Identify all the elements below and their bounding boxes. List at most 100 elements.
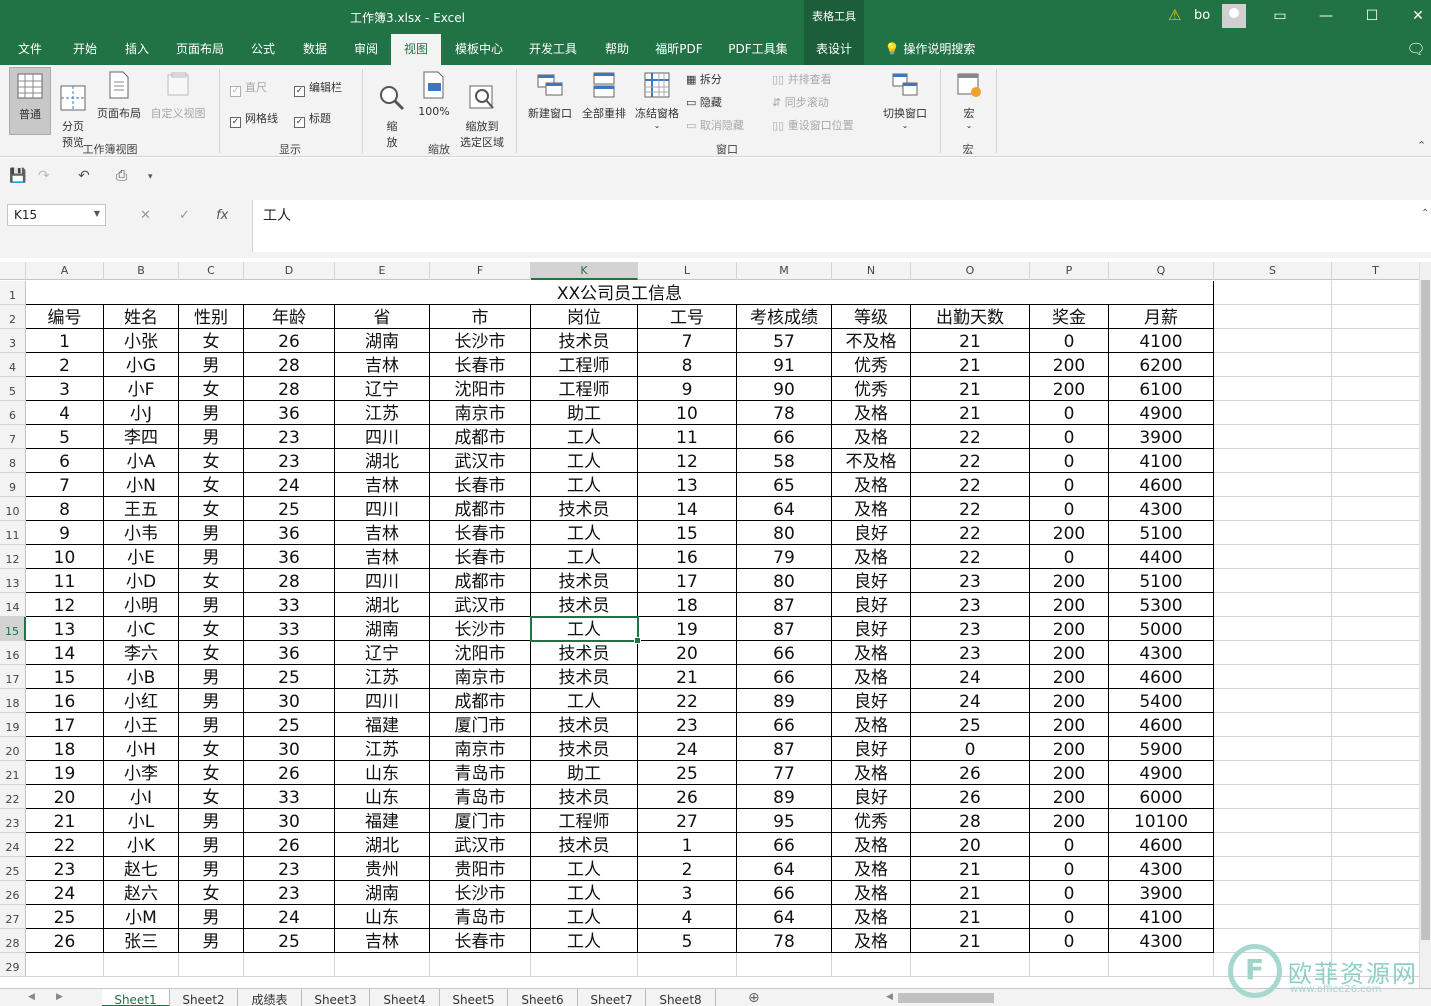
empty-cell[interactable] — [430, 953, 531, 977]
table-cell[interactable]: 66 — [737, 641, 832, 665]
table-cell[interactable]: 6200 — [1109, 353, 1214, 377]
table-cell[interactable]: 0 — [1030, 329, 1109, 353]
table-cell[interactable]: 66 — [737, 425, 832, 449]
table-cell[interactable]: 200 — [1030, 377, 1109, 401]
expand-formula-icon[interactable]: ⌃ — [1421, 208, 1429, 219]
table-cell[interactable]: 21 — [911, 929, 1030, 953]
table-cell[interactable]: 技术员 — [531, 665, 638, 689]
table-cell[interactable]: 工人 — [531, 449, 638, 473]
table-cell[interactable]: 7 — [26, 473, 104, 497]
close-button[interactable]: ✕ — [1395, 0, 1431, 34]
table-cell[interactable]: 57 — [737, 329, 832, 353]
customize-qat-icon[interactable]: ▾ — [148, 172, 153, 182]
table-cell[interactable]: 女 — [179, 761, 244, 785]
table-cell[interactable]: 23 — [244, 449, 335, 473]
table-cell[interactable]: 小明 — [104, 593, 179, 617]
table-cell[interactable]: 0 — [1030, 401, 1109, 425]
table-cell[interactable]: 33 — [244, 617, 335, 641]
tab-formulas[interactable]: 公式 — [240, 34, 286, 65]
empty-cell[interactable] — [1214, 737, 1332, 761]
table-cell[interactable]: 湖北 — [335, 449, 430, 473]
table-cell[interactable]: 湖南 — [335, 881, 430, 905]
table-cell[interactable]: 200 — [1030, 761, 1109, 785]
table-cell[interactable]: 2 — [26, 353, 104, 377]
empty-cell[interactable] — [1332, 449, 1420, 473]
table-cell[interactable]: 25 — [26, 905, 104, 929]
table-cell[interactable]: 及格 — [832, 425, 911, 449]
row-header[interactable]: 8 — [0, 449, 26, 473]
table-cell[interactable]: 200 — [1030, 689, 1109, 713]
empty-cell[interactable] — [1214, 281, 1332, 305]
table-cell[interactable]: 沈阳市 — [430, 641, 531, 665]
table-cell[interactable]: 89 — [737, 785, 832, 809]
table-cell[interactable]: 21 — [911, 857, 1030, 881]
headings-checkbox[interactable]: ✓ 标题 — [294, 110, 331, 128]
table-cell[interactable]: 5000 — [1109, 617, 1214, 641]
table-cell[interactable]: 南京市 — [430, 401, 531, 425]
table-cell[interactable]: 江苏 — [335, 665, 430, 689]
table-cell[interactable]: 成都市 — [430, 569, 531, 593]
empty-cell[interactable] — [1214, 617, 1332, 641]
table-cell[interactable]: 66 — [737, 881, 832, 905]
column-header-c[interactable]: C — [179, 262, 244, 280]
table-cell[interactable]: 技术员 — [531, 833, 638, 857]
table-cell[interactable]: 36 — [244, 545, 335, 569]
empty-cell[interactable] — [1332, 401, 1420, 425]
table-cell[interactable]: 17 — [26, 713, 104, 737]
sheet-tab-sheet3[interactable]: Sheet3 — [302, 989, 370, 1006]
table-cell[interactable]: 22 — [911, 545, 1030, 569]
row-header[interactable]: 24 — [0, 833, 26, 857]
table-cell[interactable]: 9 — [26, 521, 104, 545]
row-header[interactable]: 18 — [0, 689, 26, 713]
table-cell[interactable]: 21 — [911, 329, 1030, 353]
table-cell[interactable]: 女 — [179, 473, 244, 497]
table-cell[interactable]: 长沙市 — [430, 881, 531, 905]
empty-cell[interactable] — [1332, 761, 1420, 785]
empty-cell[interactable] — [1332, 665, 1420, 689]
table-cell[interactable]: 技术员 — [531, 329, 638, 353]
header-cell[interactable]: 等级 — [832, 305, 911, 329]
name-box[interactable]: K15 ▼ — [7, 204, 106, 226]
table-cell[interactable]: 25 — [244, 713, 335, 737]
table-cell[interactable]: 87 — [737, 617, 832, 641]
table-cell[interactable]: 及格 — [832, 857, 911, 881]
tab-home[interactable]: 开始 — [62, 34, 108, 65]
table-cell[interactable]: 福建 — [335, 809, 430, 833]
table-cell[interactable]: 26 — [244, 761, 335, 785]
table-cell[interactable]: 小L — [104, 809, 179, 833]
table-cell[interactable]: 5 — [26, 425, 104, 449]
table-cell[interactable]: 13 — [26, 617, 104, 641]
table-cell[interactable]: 贵州 — [335, 857, 430, 881]
table-cell[interactable]: 0 — [1030, 497, 1109, 521]
table-cell[interactable]: 9 — [638, 377, 737, 401]
page-layout-view-button[interactable]: 页面布局 — [93, 71, 145, 121]
table-cell[interactable]: 26 — [911, 785, 1030, 809]
table-cell[interactable]: 22 — [911, 521, 1030, 545]
select-all-corner[interactable] — [0, 262, 26, 280]
tab-view[interactable]: 视图 — [391, 34, 441, 65]
table-cell[interactable]: 工人 — [531, 857, 638, 881]
table-cell[interactable]: 青岛市 — [430, 785, 531, 809]
table-cell[interactable]: 36 — [244, 401, 335, 425]
table-cell[interactable]: 20 — [26, 785, 104, 809]
table-cell[interactable]: 小E — [104, 545, 179, 569]
empty-cell[interactable] — [1332, 281, 1420, 305]
table-cell[interactable]: 及格 — [832, 713, 911, 737]
table-cell[interactable]: 4600 — [1109, 473, 1214, 497]
empty-cell[interactable] — [335, 953, 430, 977]
table-cell[interactable]: 成都市 — [430, 425, 531, 449]
empty-cell[interactable] — [1214, 857, 1332, 881]
table-cell[interactable]: 4400 — [1109, 545, 1214, 569]
table-cell[interactable]: 89 — [737, 689, 832, 713]
table-cell[interactable]: 小F — [104, 377, 179, 401]
macros-button[interactable]: 宏 ⌄ — [950, 71, 988, 130]
table-cell[interactable]: 长春市 — [430, 521, 531, 545]
table-cell[interactable]: 4300 — [1109, 929, 1214, 953]
empty-cell[interactable] — [1214, 329, 1332, 353]
column-header-a[interactable]: A — [26, 262, 104, 280]
empty-cell[interactable] — [1109, 953, 1214, 977]
empty-cell[interactable] — [1332, 329, 1420, 353]
table-cell[interactable]: 23 — [911, 641, 1030, 665]
row-header[interactable]: 4 — [0, 353, 26, 377]
table-cell[interactable]: 14 — [26, 641, 104, 665]
